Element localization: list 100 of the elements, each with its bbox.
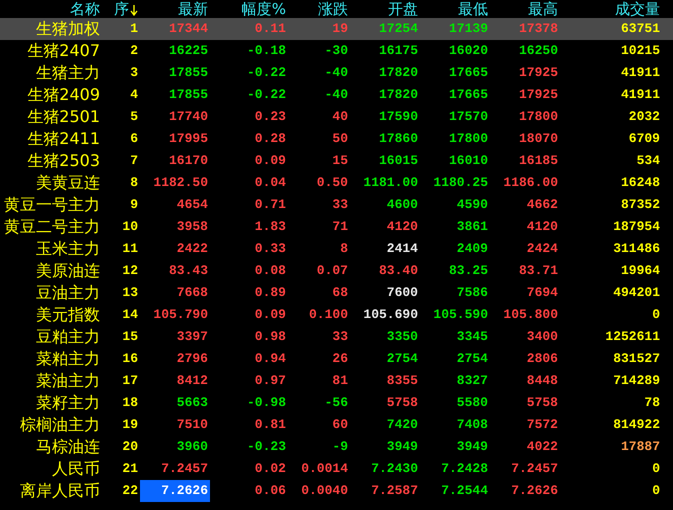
row-number: 6 <box>129 130 139 148</box>
low-price-cell: 4590 <box>456 197 488 212</box>
quote-row[interactable]: 菜油主力 17 8412 0.97 81 8355 8327 8448 714289 <box>0 370 673 392</box>
quote-row[interactable]: 棕榈油主力 19 7510 0.81 60 7420 7408 7572 814922 <box>0 414 673 436</box>
quote-row[interactable]: 黄豆二号主力 10 3958 1.83 71 4120 3861 4120 187954 <box>0 216 673 238</box>
quote-row[interactable]: 美原油连 12 83.43 0.08 0.07 83.40 83.25 83.71 19964 <box>0 260 673 282</box>
high-price-cell: 7.2457 <box>511 461 558 476</box>
change-cell: 81 <box>332 373 348 388</box>
latest-price-cell: 17740 <box>168 109 208 124</box>
high-price-cell: 17800 <box>518 109 558 124</box>
change-percent-cell: 0.23 <box>254 109 286 124</box>
low-price-cell: 17570 <box>448 109 488 124</box>
column-header[interactable]: 开盘 <box>388 0 418 18</box>
quote-row[interactable]: 人民币 21 7.2457 0.02 0.0014 7.2430 7.2428 7.2457 0 <box>0 458 673 480</box>
low-price-cell: 17665 <box>448 65 488 80</box>
quote-row[interactable]: 离岸人民币 22 7.2626 0.06 0.0040 7.2587 7.2544 7.2626 0 <box>0 480 673 502</box>
volume-cell: 0 <box>652 307 660 322</box>
quote-row[interactable]: 豆粕主力 15 3397 0.98 33 3350 3345 3400 1252611 <box>0 326 673 348</box>
instrument-name: 棕榈油主力 <box>19 414 101 436</box>
change-percent-cell: 0.02 <box>254 461 286 476</box>
column-header[interactable]: 序 <box>114 0 129 18</box>
instrument-name: 生猪2409 <box>26 84 101 106</box>
latest-price-cell: 17995 <box>168 131 208 146</box>
low-price-cell: 17139 <box>448 21 488 36</box>
low-price-cell: 83.25 <box>448 263 488 278</box>
change-cell: 15 <box>332 153 348 168</box>
change-percent-cell: 1.83 <box>254 219 286 234</box>
change-percent-cell: -0.18 <box>246 43 286 58</box>
column-header[interactable]: 幅度% <box>242 0 286 18</box>
column-header[interactable]: 涨跌 <box>318 0 348 18</box>
quote-row[interactable]: 生猪2409 4 17855 -0.22 -40 17820 17665 17925 41911 <box>0 84 673 106</box>
quote-row[interactable]: 生猪主力 3 17855 -0.22 -40 17820 17665 17925 41911 <box>0 62 673 84</box>
row-number: 20 <box>121 438 139 456</box>
quote-row[interactable]: 生猪2503 7 16170 0.09 15 16015 16010 16185 534 <box>0 150 673 172</box>
row-number: 11 <box>121 240 139 258</box>
quote-row[interactable]: 菜粕主力 16 2796 0.94 26 2754 2754 2806 831527 <box>0 348 673 370</box>
change-percent-cell: 0.28 <box>254 131 286 146</box>
quote-row[interactable]: 黄豆一号主力 9 4654 0.71 33 4600 4590 4662 87352 <box>0 194 673 216</box>
latest-price-cell: 7668 <box>176 285 208 300</box>
latest-price-cell: 2796 <box>176 351 208 366</box>
change-cell: -40 <box>324 65 348 80</box>
quote-row[interactable]: 美黄豆连 8 1182.50 0.04 0.50 1181.00 1180.25 1186.00 16248 <box>0 172 673 194</box>
low-price-cell: 105.590 <box>433 307 488 322</box>
instrument-name: 豆粕主力 <box>35 326 101 348</box>
open-price-cell: 17590 <box>378 109 418 124</box>
quote-row[interactable]: 玉米主力 11 2422 0.33 8 2414 2409 2424 311486 <box>0 238 673 260</box>
quote-row[interactable]: 生猪2501 5 17740 0.23 40 17590 17570 17800 2032 <box>0 106 673 128</box>
change-percent-cell: 0.94 <box>254 351 286 366</box>
quote-row[interactable]: 生猪加权 1 17344 0.11 19 17254 17139 17378 63751 <box>0 18 673 40</box>
low-price-cell: 2409 <box>456 241 488 256</box>
high-price-cell: 4662 <box>526 197 558 212</box>
row-number: 9 <box>129 196 139 214</box>
open-price-cell: 3949 <box>386 439 418 454</box>
quote-row[interactable]: 生猪2411 6 17995 0.28 50 17860 17800 18070 6709 <box>0 128 673 150</box>
instrument-name: 美黄豆连 <box>35 172 101 194</box>
quote-row[interactable]: 马棕油连 20 3960 -0.23 -9 3949 3949 4022 17887 <box>0 436 673 458</box>
open-price-cell: 105.690 <box>363 307 418 322</box>
volume-cell: 78 <box>644 395 660 410</box>
column-header[interactable]: 名称 <box>70 0 100 18</box>
column-header[interactable]: 最新 <box>178 0 208 18</box>
high-price-cell: 18070 <box>518 131 558 146</box>
latest-price-cell: 3960 <box>176 439 208 454</box>
high-price-cell: 2806 <box>526 351 558 366</box>
latest-price-cell: 2422 <box>176 241 208 256</box>
low-price-cell: 5580 <box>456 395 488 410</box>
instrument-name: 黄豆二号主力 <box>3 216 101 238</box>
low-price-cell: 7586 <box>456 285 488 300</box>
instrument-name: 马棕油连 <box>35 436 101 458</box>
low-price-cell: 7408 <box>456 417 488 432</box>
open-price-cell: 17860 <box>378 131 418 146</box>
low-price-cell: 16020 <box>448 43 488 58</box>
high-price-cell: 1186.00 <box>503 175 558 190</box>
high-price-cell: 4120 <box>526 219 558 234</box>
open-price-cell: 7420 <box>386 417 418 432</box>
change-cell: 0.0040 <box>301 483 348 498</box>
instrument-name: 生猪2501 <box>26 106 101 128</box>
column-header[interactable]: 成交量 <box>615 0 660 18</box>
change-percent-cell: 0.98 <box>254 329 286 344</box>
volume-cell: 814922 <box>613 417 660 432</box>
change-cell: 68 <box>332 285 348 300</box>
volume-cell: 6709 <box>628 131 660 146</box>
row-number: 14 <box>121 306 139 324</box>
quote-row[interactable]: 豆油主力 13 7668 0.89 68 7600 7586 7694 494201 <box>0 282 673 304</box>
change-percent-cell: 0.04 <box>254 175 286 190</box>
column-header[interactable]: 最高 <box>528 0 558 18</box>
change-cell: 8 <box>340 241 348 256</box>
change-percent-cell: 0.08 <box>254 263 286 278</box>
quote-row[interactable]: 菜籽主力 18 5663 -0.98 -56 5758 5580 5758 78 <box>0 392 673 414</box>
high-price-cell: 17925 <box>518 65 558 80</box>
column-header[interactable]: 最低 <box>458 0 488 18</box>
row-number: 10 <box>121 218 139 236</box>
latest-price-cell: 16170 <box>168 153 208 168</box>
quote-row[interactable]: 美元指数 14 105.790 0.09 0.100 105.690 105.590 105.800 0 <box>0 304 673 326</box>
change-cell: -30 <box>324 43 348 58</box>
open-price-cell: 2754 <box>386 351 418 366</box>
instrument-name: 离岸人民币 <box>19 480 101 502</box>
latest-price-cell: 16225 <box>168 43 208 58</box>
quote-row[interactable]: 生猪2407 2 16225 -0.18 -30 16175 16020 16250 10215 <box>0 40 673 62</box>
low-price-cell: 16010 <box>448 153 488 168</box>
instrument-name: 美元指数 <box>35 304 101 326</box>
